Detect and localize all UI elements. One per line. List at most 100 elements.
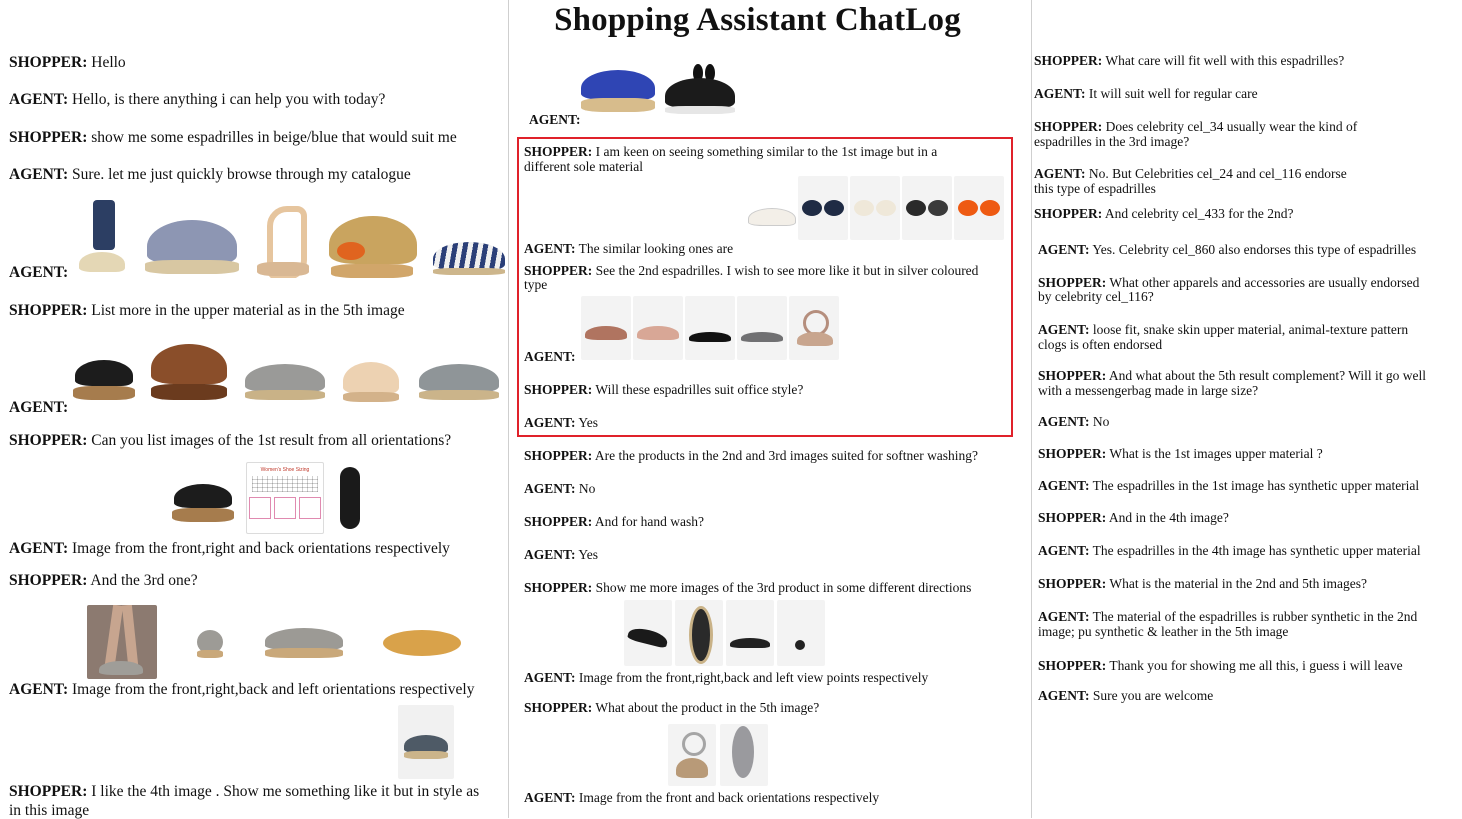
product-image-row: Women's Shoe Sizing xyxy=(172,462,368,534)
message: SHOPPER: Can you list images of the 1st … xyxy=(9,432,452,449)
message: SHOPPER: And what about the 5th result c… xyxy=(1038,368,1427,383)
message: SHOPPER: Will these espadrilles suit off… xyxy=(524,382,804,397)
message: AGENT: Hello, is there anything i can he… xyxy=(9,91,386,108)
message: by celebrity cel_116? xyxy=(1038,289,1154,304)
product-image-row xyxy=(579,64,739,116)
message: AGENT: Image from the front,right,back a… xyxy=(524,670,929,685)
message: AGENT: xyxy=(524,349,576,364)
message: AGENT: xyxy=(9,264,69,281)
message: AGENT: The espadrilles in the 4th image … xyxy=(1038,543,1421,558)
message: SHOPPER: show me some espadrilles in bei… xyxy=(9,129,457,146)
message: SHOPPER: And for hand wash? xyxy=(524,514,704,529)
message: clogs is often endorsed xyxy=(1038,337,1163,352)
product-image[interactable] xyxy=(746,176,796,240)
product-image[interactable] xyxy=(73,342,137,406)
product-image[interactable] xyxy=(251,200,315,278)
product-image[interactable] xyxy=(737,296,787,360)
product-image[interactable] xyxy=(675,600,723,666)
product-image-row xyxy=(668,724,768,786)
message: AGENT: xyxy=(9,399,69,416)
product-image[interactable] xyxy=(579,66,657,116)
message: SHOPPER: What about the product in the 5… xyxy=(524,700,820,715)
message: AGENT: The similar looking ones are xyxy=(524,241,734,256)
product-image[interactable] xyxy=(850,176,900,240)
message: type xyxy=(524,277,548,292)
message: SHOPPER: And celebrity cel_433 for the 2… xyxy=(1034,206,1294,221)
product-image[interactable] xyxy=(398,705,454,779)
product-image-row xyxy=(581,296,839,360)
message: AGENT: Yes xyxy=(524,547,599,562)
product-image[interactable] xyxy=(663,64,739,116)
message: SHOPPER: I like the 4th image . Show me … xyxy=(9,783,480,800)
product-image[interactable] xyxy=(193,622,227,662)
product-image[interactable] xyxy=(143,202,241,278)
product-image[interactable] xyxy=(339,350,405,406)
message: AGENT: Sure. let me just quickly browse … xyxy=(9,166,411,183)
message: AGENT: Yes. Celebrity cel_860 also endor… xyxy=(1038,242,1417,257)
message: SHOPPER: Does celebrity cel_34 usually w… xyxy=(1034,119,1358,134)
product-image[interactable] xyxy=(777,600,825,666)
product-image[interactable] xyxy=(798,176,848,240)
message: AGENT: Image from the front,right and ba… xyxy=(9,540,450,557)
message: SHOPPER: And in the 4th image? xyxy=(1038,510,1229,525)
message: SHOPPER: Thank you for showing me all th… xyxy=(1038,658,1403,673)
product-image[interactable] xyxy=(431,238,507,278)
message: SHOPPER: List more in the upper material… xyxy=(9,302,405,319)
message: SHOPPER: See the 2nd espadrilles. I wish… xyxy=(524,263,979,278)
product-image[interactable] xyxy=(75,200,133,278)
size-chart-image[interactable]: Women's Shoe Sizing xyxy=(246,462,324,534)
product-image-row xyxy=(87,605,463,679)
message: this type of espadrilles xyxy=(1034,181,1156,196)
product-image[interactable] xyxy=(87,605,157,679)
message: AGENT: Yes xyxy=(524,415,599,430)
message: AGENT: The espadrilles in the 1st image … xyxy=(1038,478,1420,493)
product-image-row xyxy=(75,200,507,278)
message: SHOPPER: What care will fit well with th… xyxy=(1034,53,1345,68)
message: AGENT: No xyxy=(524,481,596,496)
message: SHOPPER: I am keen on seeing something s… xyxy=(524,144,938,159)
product-image-row xyxy=(624,600,825,666)
product-image[interactable] xyxy=(172,466,236,530)
message: AGENT: The material of the espadrilles i… xyxy=(1038,609,1418,624)
product-image[interactable] xyxy=(624,600,672,666)
product-image[interactable] xyxy=(720,724,768,786)
message: AGENT: xyxy=(529,112,581,127)
product-image[interactable] xyxy=(334,463,368,533)
message: AGENT: Image from the front,right,back a… xyxy=(9,681,475,698)
product-image[interactable] xyxy=(685,296,735,360)
product-image[interactable] xyxy=(633,296,683,360)
message: with a messengerbag made in large size? xyxy=(1038,383,1259,398)
product-image-row xyxy=(73,340,503,406)
product-image[interactable] xyxy=(726,600,774,666)
message: SHOPPER: And the 3rd one? xyxy=(9,572,198,589)
message: SHOPPER: Hello xyxy=(9,54,126,71)
message: AGENT: No xyxy=(1038,414,1110,429)
message: AGENT: Image from the front and back ori… xyxy=(524,790,880,805)
product-image[interactable] xyxy=(954,176,1004,240)
product-image[interactable] xyxy=(263,622,345,662)
product-image[interactable] xyxy=(902,176,952,240)
product-image[interactable] xyxy=(381,622,463,662)
product-image[interactable] xyxy=(668,724,716,786)
product-image[interactable] xyxy=(581,296,631,360)
message: AGENT: It will suit well for regular car… xyxy=(1034,86,1258,101)
message: AGENT: loose fit, snake skin upper mater… xyxy=(1038,322,1409,337)
product-image[interactable] xyxy=(789,296,839,360)
product-image[interactable] xyxy=(147,340,231,406)
message: SHOPPER: What is the 1st images upper ma… xyxy=(1038,446,1323,461)
message: different sole material xyxy=(524,159,643,174)
message: SHOPPER: Show me more images of the 3rd … xyxy=(524,580,972,595)
product-image[interactable] xyxy=(241,350,329,406)
product-image[interactable] xyxy=(415,350,503,406)
message: SHOPPER: What other apparels and accesso… xyxy=(1038,275,1420,290)
chat-column-1: SHOPPER: Hello AGENT: Hello, is there an… xyxy=(0,0,505,818)
message: SHOPPER: What is the material in the 2nd… xyxy=(1038,576,1367,591)
message: AGENT: Sure you are welcome xyxy=(1038,688,1214,703)
product-image[interactable] xyxy=(325,202,421,278)
message: espadrilles in the 3rd image? xyxy=(1034,134,1190,149)
message: SHOPPER: Are the products in the 2nd and… xyxy=(524,448,979,463)
message: image; pu synthetic & leather in the 5th… xyxy=(1038,624,1289,639)
product-image-row xyxy=(746,176,1004,240)
message: AGENT: No. But Celebrities cel_24 and ce… xyxy=(1034,166,1347,181)
message: in this image xyxy=(9,802,90,819)
